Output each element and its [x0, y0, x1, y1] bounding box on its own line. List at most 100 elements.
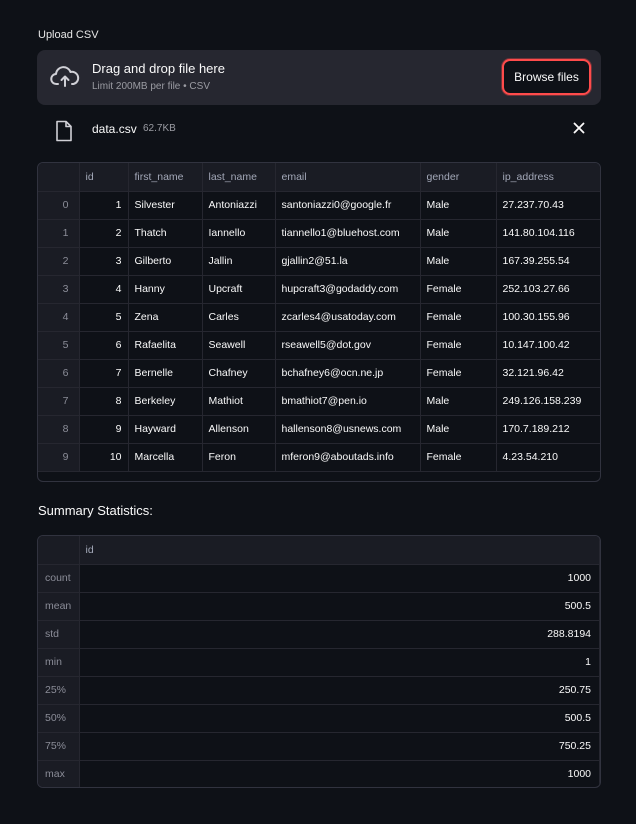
browse-files-button[interactable]: Browse files — [502, 59, 591, 95]
table-cell[interactable]: Iannello — [202, 219, 276, 248]
table-row[interactable]: 7 8 Berkeley Mathiot bmathiot7@pen.io Male 249… — [38, 387, 600, 416]
table-row[interactable]: 3 4 Hanny Upcraft hupcraft3@godaddy.com Femal… — [38, 275, 600, 304]
table-cell[interactable]: Female — [420, 331, 497, 360]
column-header-gender[interactable]: gender — [420, 163, 497, 192]
table-cell[interactable]: Seawell — [202, 331, 276, 360]
table-cell[interactable]: Female — [420, 275, 497, 304]
file-name: data.csv — [92, 122, 137, 136]
table-row[interactable]: 5 6 Rafaelita Seawell rseawell5@dot.gov Femal… — [38, 331, 600, 360]
table-cell[interactable]: 6 — [79, 331, 129, 360]
table-row[interactable]: 4 5 Zena Carles zcarles4@usatoday.com Female 1… — [38, 303, 600, 332]
table-cell[interactable]: 4.23.54.210 — [496, 443, 600, 472]
summary-row[interactable]: 50% 500.5 — [38, 704, 600, 733]
table-cell[interactable]: 167.39.255.54 — [496, 247, 600, 276]
table-cell[interactable]: Male — [420, 191, 497, 220]
table-cell[interactable]: hupcraft3@godaddy.com — [275, 275, 421, 304]
table-cell[interactable]: bchafney6@ocn.ne.jp — [275, 359, 421, 388]
table-cell[interactable]: Feron — [202, 443, 276, 472]
table-cell[interactable]: 1 — [79, 191, 129, 220]
table-cell[interactable]: Silvester — [128, 191, 203, 220]
table-cell[interactable]: Allenson — [202, 415, 276, 444]
table-cell[interactable]: Male — [420, 247, 497, 276]
column-header-last_name[interactable]: last_name — [202, 163, 276, 192]
table-cell[interactable]: Marcella — [128, 443, 203, 472]
stat-value[interactable]: 500.5 — [79, 592, 600, 621]
table-cell[interactable]: Bernelle — [128, 359, 203, 388]
summary-row[interactable]: min 1 — [38, 648, 600, 677]
table-cell[interactable]: 170.7.189.212 — [496, 415, 600, 444]
table-cell[interactable]: 4 — [79, 275, 129, 304]
table-cell[interactable]: Gilberto — [128, 247, 203, 276]
close-icon[interactable] — [571, 120, 587, 136]
table-cell[interactable]: Zena — [128, 303, 203, 332]
stat-value[interactable]: 1000 — [79, 760, 600, 787]
table-cell[interactable]: tiannello1@bluehost.com — [275, 219, 421, 248]
table-cell[interactable]: Female — [420, 359, 497, 388]
table-cell[interactable]: Mathiot — [202, 387, 276, 416]
table-cell[interactable]: zcarles4@usatoday.com — [275, 303, 421, 332]
table-cell[interactable]: 32.121.96.42 — [496, 359, 600, 388]
table-cell[interactable]: 141.80.104.116 — [496, 219, 600, 248]
table-cell[interactable]: Male — [420, 415, 497, 444]
table-cell[interactable]: Hanny — [128, 275, 203, 304]
summary-row[interactable]: max 1000 — [38, 760, 600, 787]
column-header-first_name[interactable]: first_name — [128, 163, 203, 192]
file-dropzone[interactable]: Drag and drop file here Limit 200MB per … — [37, 50, 601, 105]
file-size: 62.7KB — [143, 123, 176, 134]
summary-column-header[interactable]: id — [79, 536, 600, 565]
table-cell[interactable]: Female — [420, 443, 497, 472]
table-row[interactable]: 1 2 Thatch Iannello tiannello1@bluehost.com M… — [38, 219, 600, 248]
table-cell[interactable]: Male — [420, 219, 497, 248]
table-cell[interactable]: 2 — [79, 219, 129, 248]
table-row[interactable]: 6 7 Bernelle Chafney bchafney6@ocn.ne.jp Fema… — [38, 359, 600, 388]
column-header-ip_address[interactable]: ip_address — [496, 163, 600, 192]
stat-value[interactable]: 288.8194 — [79, 620, 600, 649]
table-cell[interactable]: 249.126.158.239 — [496, 387, 600, 416]
table-cell[interactable]: 9 — [79, 415, 129, 444]
table-row[interactable]: 8 9 Hayward Allenson hallenson8@usnews.com Ma… — [38, 415, 600, 444]
table-cell[interactable]: 10.147.100.42 — [496, 331, 600, 360]
table-cell[interactable]: santoniazzi0@google.fr — [275, 191, 421, 220]
table-cell[interactable]: Hayward — [128, 415, 203, 444]
table-row[interactable]: 2 3 Gilberto Jallin gjallin2@51.la Male 167.39… — [38, 247, 600, 276]
stat-value[interactable]: 500.5 — [79, 704, 600, 733]
table-cell[interactable]: 5 — [79, 303, 129, 332]
table-cell[interactable]: Berkeley — [128, 387, 203, 416]
column-header-email[interactable]: email — [275, 163, 421, 192]
summary-table[interactable]: id count 1000 mean 500.5 std 288.8194 min 1 25% 2… — [37, 535, 601, 788]
table-cell[interactable]: Thatch — [128, 219, 203, 248]
table-cell[interactable]: Rafaelita — [128, 331, 203, 360]
data-table[interactable]: id first_name last_name email gender ip_addre… — [37, 162, 601, 482]
summary-row[interactable]: count 1000 — [38, 564, 600, 593]
summary-row[interactable]: std 288.8194 — [38, 620, 600, 649]
table-cell[interactable]: Upcraft — [202, 275, 276, 304]
table-row[interactable]: 9 10 Marcella Feron mferon9@aboutads.info Fem… — [38, 443, 600, 472]
table-cell[interactable]: 252.103.27.66 — [496, 275, 600, 304]
table-cell[interactable]: bmathiot7@pen.io — [275, 387, 421, 416]
table-cell[interactable]: 10 — [79, 443, 129, 472]
summary-row[interactable]: mean 500.5 — [38, 592, 600, 621]
summary-row[interactable]: 75% 750.25 — [38, 732, 600, 761]
table-cell[interactable]: 8 — [79, 387, 129, 416]
table-cell[interactable]: hallenson8@usnews.com — [275, 415, 421, 444]
stat-value[interactable]: 250.75 — [79, 676, 600, 705]
table-cell[interactable]: Chafney — [202, 359, 276, 388]
column-header-id[interactable]: id — [79, 163, 129, 192]
table-cell[interactable]: Jallin — [202, 247, 276, 276]
table-cell[interactable]: gjallin2@51.la — [275, 247, 421, 276]
table-cell[interactable]: 100.30.155.96 — [496, 303, 600, 332]
table-cell[interactable]: mferon9@aboutads.info — [275, 443, 421, 472]
table-cell[interactable]: Antoniazzi — [202, 191, 276, 220]
summary-row[interactable]: 25% 250.75 — [38, 676, 600, 705]
table-cell[interactable]: Male — [420, 387, 497, 416]
table-cell[interactable]: Female — [420, 303, 497, 332]
table-cell[interactable]: 27.237.70.43 — [496, 191, 600, 220]
table-row[interactable]: 0 1 Silvester Antoniazzi santoniazzi0@google… — [38, 191, 600, 220]
table-cell[interactable]: rseawell5@dot.gov — [275, 331, 421, 360]
stat-value[interactable]: 1000 — [79, 564, 600, 593]
stat-value[interactable]: 1 — [79, 648, 600, 677]
stat-value[interactable]: 750.25 — [79, 732, 600, 761]
table-cell[interactable]: 7 — [79, 359, 129, 388]
table-cell[interactable]: 3 — [79, 247, 129, 276]
table-cell[interactable]: Carles — [202, 303, 276, 332]
